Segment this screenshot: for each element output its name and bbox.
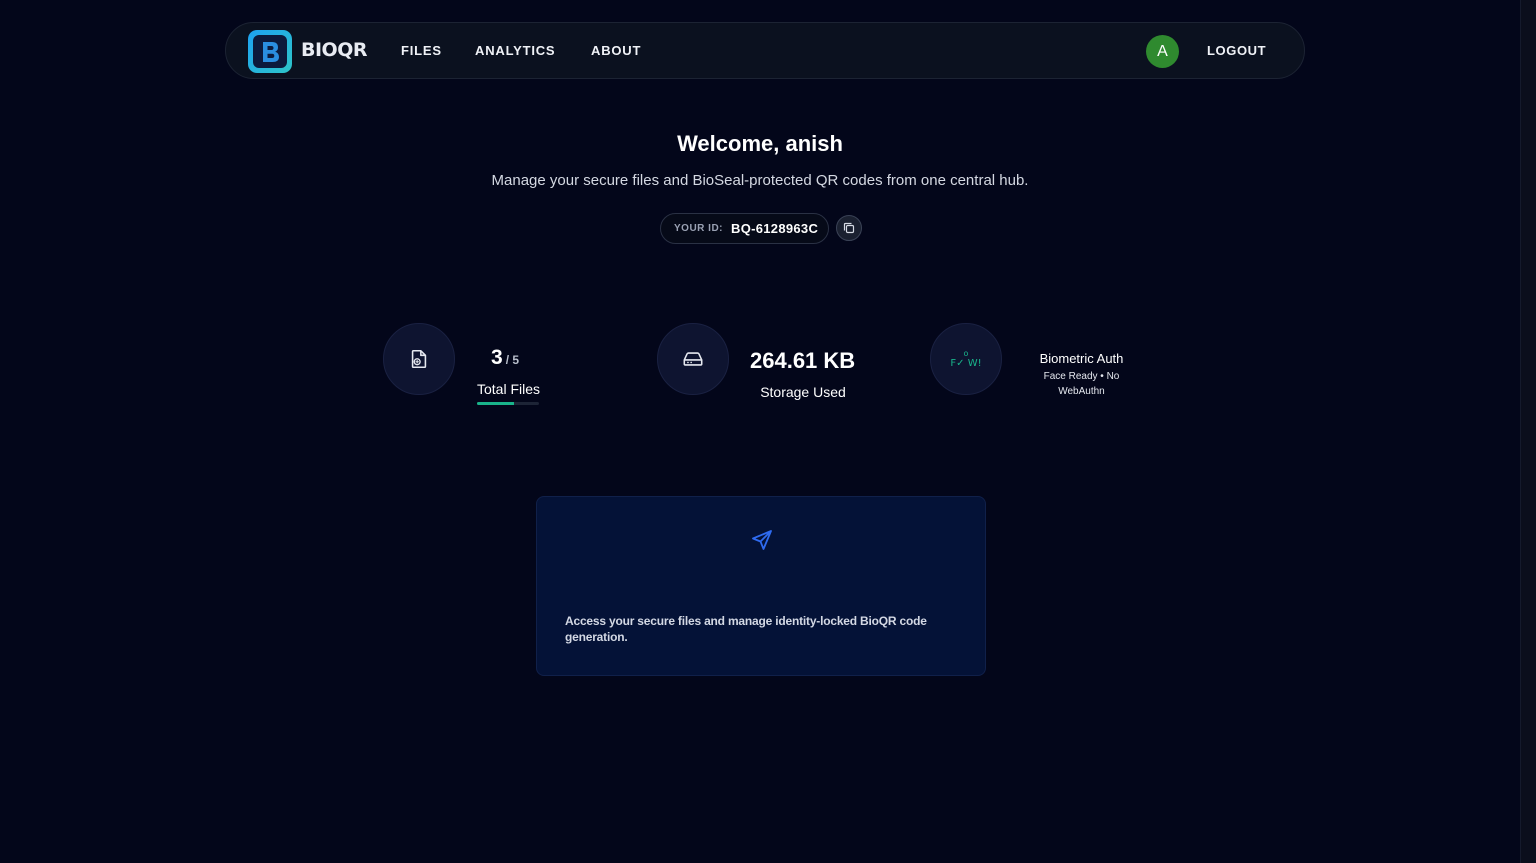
user-id-value: BQ-6128963C [731, 221, 819, 236]
biometric-status-text: F✓ W! [950, 357, 982, 369]
storage-stat-icon-circle [657, 323, 729, 395]
storage-used-label: Storage Used [760, 384, 846, 400]
card-description: Access your secure files and manage iden… [565, 614, 927, 644]
logo[interactable] [248, 30, 292, 73]
files-progress-bar [477, 402, 539, 405]
nav-files-link[interactable]: FILES [401, 43, 442, 58]
logo-letter-badge [253, 35, 287, 68]
user-avatar[interactable]: A [1146, 35, 1179, 68]
biometric-stat-icon-circle: o F✓ W! [930, 323, 1002, 395]
user-id-label: YOUR ID: [674, 223, 723, 234]
files-label: Total Files [477, 381, 541, 397]
biometric-title: Biometric Auth [1039, 351, 1124, 366]
user-id-pill: YOUR ID: BQ-6128963C [660, 213, 829, 244]
copy-id-button[interactable] [836, 215, 862, 241]
secure-files-card[interactable]: Access your secure files and manage iden… [536, 496, 986, 676]
welcome-title: Welcome, anish [677, 131, 843, 156]
copy-icon [843, 222, 855, 234]
biometric-detail: Face Ready • No WebAuthn [1043, 371, 1120, 397]
files-stat-icon-circle [383, 323, 455, 395]
navbar: BIOQR FILES ANALYTICS ABOUT A LOGOUT [225, 22, 1305, 79]
hero-subtitle: Manage your secure files and BioSeal-pro… [491, 172, 1029, 189]
logout-button[interactable]: LOGOUT [1207, 43, 1266, 58]
files-count-value: 3 [491, 346, 503, 369]
brand-name[interactable]: BIOQR [301, 39, 368, 61]
page-scrollbar[interactable] [1520, 0, 1536, 863]
nav-about-link[interactable]: ABOUT [591, 43, 641, 58]
files-progress-fill [477, 402, 515, 405]
storage-used-value: 264.61 KB [750, 348, 856, 373]
nav-analytics-link[interactable]: ANALYTICS [475, 43, 555, 58]
send-icon [752, 530, 772, 550]
files-count: 3/ 5 [491, 346, 519, 370]
files-max-value: / 5 [505, 353, 520, 367]
file-icon [411, 349, 427, 369]
biometric-status-dot: o [963, 348, 969, 358]
biometric-status-icon: o F✓ W! [950, 349, 981, 370]
logo-b-icon [263, 41, 279, 62]
hard-drive-icon [683, 352, 703, 366]
